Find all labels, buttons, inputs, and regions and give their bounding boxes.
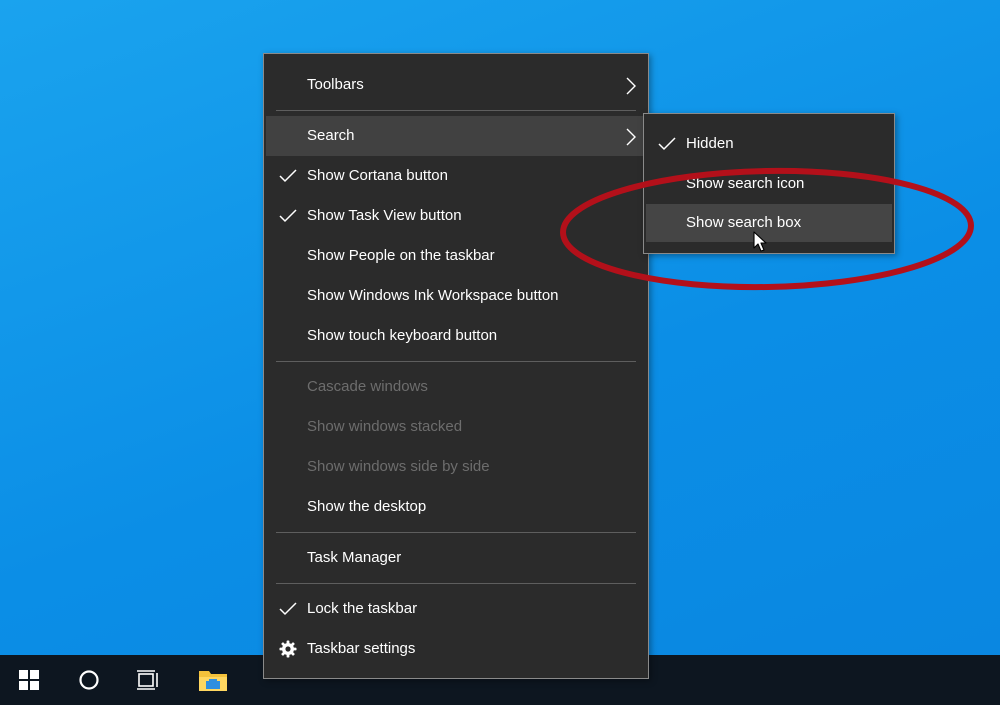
checkmark-icon: [279, 169, 297, 183]
cortana-button[interactable]: [60, 655, 118, 705]
menu-item-label: Search: [307, 127, 355, 144]
menu-item-label: Show windows stacked: [307, 418, 463, 435]
menu-item-label: Show People on the taskbar: [307, 247, 495, 264]
menu-item-show-windows-side-by-side: Show windows side by side: [266, 447, 646, 487]
menu-item-show-cortana[interactable]: Show Cortana button: [266, 156, 646, 196]
menu-item-label: Lock the taskbar: [307, 600, 418, 617]
submenu-item-label: Show search box: [686, 214, 802, 231]
menu-item-label: Show windows side by side: [307, 458, 490, 475]
menu-item-show-task-view[interactable]: Show Task View button: [266, 196, 646, 236]
file-explorer-button[interactable]: [184, 655, 242, 705]
cortana-circle-icon: [79, 670, 99, 690]
menu-item-label: Show Windows Ink Workspace button: [307, 287, 559, 304]
menu-item-label: Show Task View button: [307, 207, 462, 224]
gear-icon: [279, 640, 297, 658]
file-explorer-icon: [199, 671, 227, 691]
menu-item-label: Show Cortana button: [307, 167, 448, 184]
menu-item-label: Show touch keyboard button: [307, 327, 498, 344]
menu-item-cascade-windows: Cascade windows: [266, 367, 646, 407]
menu-item-show-windows-stacked: Show windows stacked: [266, 407, 646, 447]
checkmark-icon: [658, 137, 676, 151]
task-view-icon: [137, 670, 158, 690]
chevron-right-icon: [626, 128, 636, 146]
menu-item-show-people[interactable]: Show People on the taskbar: [266, 236, 646, 276]
submenu-item-show-search-icon[interactable]: Show search icon: [646, 165, 892, 203]
submenu-item-show-search-box[interactable]: Show search box: [646, 204, 892, 242]
menu-separator: [276, 583, 636, 584]
menu-item-label: Taskbar settings: [307, 640, 416, 657]
menu-item-label: Task Manager: [307, 549, 402, 566]
menu-separator: [276, 361, 636, 362]
submenu-item-label: Show search icon: [686, 175, 805, 192]
menu-item-search[interactable]: Search: [266, 116, 646, 156]
checkmark-icon: [279, 602, 297, 616]
checkmark-icon: [279, 209, 297, 223]
menu-separator: [276, 110, 636, 111]
menu-item-label: Cascade windows: [307, 378, 428, 395]
chevron-right-icon: [626, 77, 636, 95]
menu-item-lock-taskbar[interactable]: Lock the taskbar: [266, 589, 646, 629]
mouse-pointer-icon: [753, 231, 767, 252]
menu-item-taskbar-settings[interactable]: Taskbar settings: [266, 629, 646, 669]
submenu-item-hidden[interactable]: Hidden: [646, 125, 892, 163]
search-submenu: Hidden Show search icon Show search box: [643, 113, 895, 254]
menu-item-toolbars[interactable]: Toolbars: [266, 65, 646, 105]
menu-item-task-manager[interactable]: Task Manager: [266, 538, 646, 578]
menu-item-show-desktop[interactable]: Show the desktop: [266, 487, 646, 527]
menu-item-show-touch-keyboard[interactable]: Show touch keyboard button: [266, 316, 646, 356]
menu-item-show-ink-workspace[interactable]: Show Windows Ink Workspace button: [266, 276, 646, 316]
menu-item-label: Show the desktop: [307, 498, 427, 515]
menu-item-label: Toolbars: [307, 76, 364, 93]
start-button[interactable]: [0, 655, 58, 705]
menu-separator: [276, 532, 636, 533]
task-view-button[interactable]: [120, 655, 178, 705]
submenu-item-label: Hidden: [686, 135, 734, 152]
windows-logo-icon: [19, 670, 39, 690]
taskbar-context-menu: Toolbars Search Show Cortana button Show…: [263, 53, 649, 679]
